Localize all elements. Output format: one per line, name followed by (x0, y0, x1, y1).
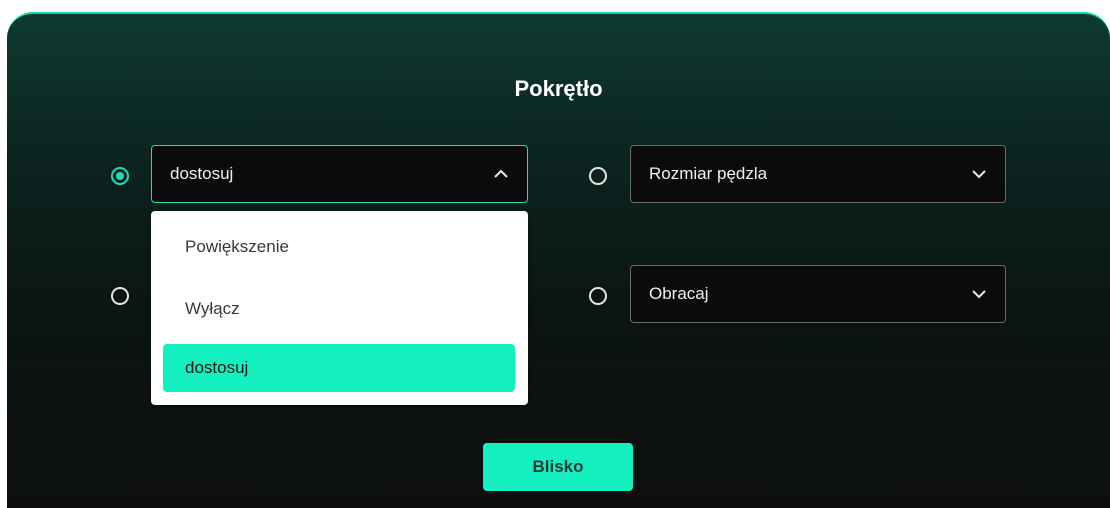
menu-item-powiekszenie[interactable]: Powiększenie (163, 223, 515, 271)
option-2-value: Rozmiar pędzla (649, 164, 768, 183)
chevron-down-icon (971, 169, 987, 179)
option-4-radio[interactable] (589, 287, 607, 305)
chevron-up-icon (493, 169, 509, 179)
option-4-value: Obracaj (649, 284, 709, 303)
option-2-select[interactable]: Rozmiar pędzla (630, 145, 1006, 203)
close-button[interactable]: Blisko (483, 443, 633, 491)
option-2-radio[interactable] (589, 167, 607, 185)
option-1-select[interactable]: dostosuj (151, 145, 528, 203)
option-3-radio[interactable] (111, 287, 129, 305)
option-1-dropdown-menu: Powiększenie Wyłącz dostosuj (151, 211, 528, 405)
dialog-title: Pokrętło (514, 76, 603, 101)
menu-item-dostosuj[interactable]: dostosuj (163, 344, 515, 392)
option-1-radio[interactable] (111, 167, 129, 185)
option-4-select[interactable]: Obracaj (630, 265, 1006, 323)
option-1-value: dostosuj (170, 164, 234, 183)
menu-item-wylacz[interactable]: Wyłącz (163, 285, 515, 333)
chevron-down-icon (971, 289, 987, 299)
